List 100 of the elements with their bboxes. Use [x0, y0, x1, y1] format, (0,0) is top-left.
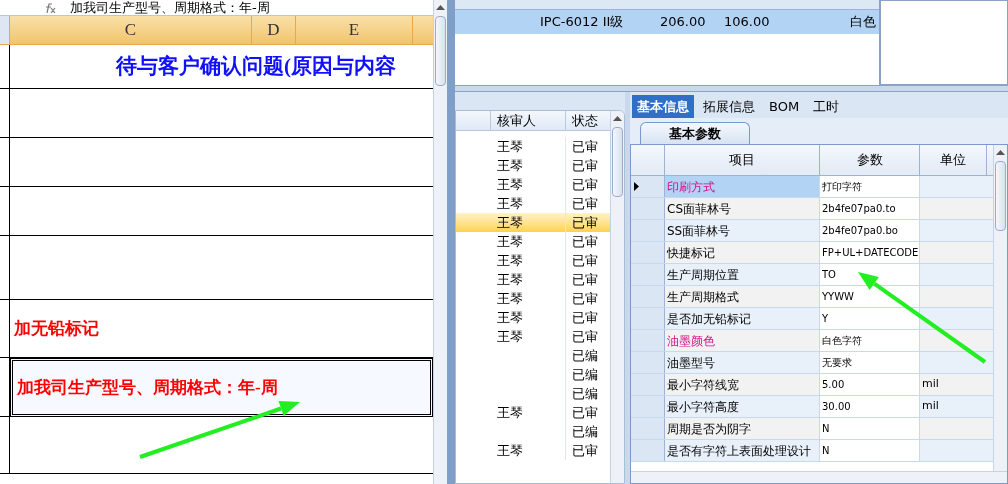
reviewer-text: 王琴: [497, 175, 523, 194]
horizontal-scrollbar[interactable]: [631, 471, 1007, 483]
status-text: 已编: [571, 384, 598, 403]
value-cell: YYWW: [820, 286, 920, 307]
grid-row[interactable]: 周期是否为阴字 N: [631, 418, 993, 440]
value-cell: 30.00: [820, 396, 920, 417]
reviewer-text: 王琴: [497, 156, 523, 175]
grid-row[interactable]: 油墨颜色 白色字符: [631, 330, 993, 352]
sheet-cell[interactable]: 待与客户确认问题(原因与内容: [10, 45, 433, 89]
reviewer-text: 王琴: [497, 403, 523, 422]
status-text: 已审: [571, 289, 598, 308]
value-cell: 打印字符: [820, 176, 920, 197]
grid-row[interactable]: CS面菲林号 2b4fe07pa0.to: [631, 198, 993, 220]
list-row[interactable]: 王琴 已审: [456, 251, 610, 270]
scroll-thumb[interactable]: [995, 161, 1006, 231]
value-cell: 5.00: [820, 374, 920, 395]
status-text: 已审: [571, 213, 598, 232]
list-row[interactable]: 已编: [456, 346, 610, 365]
reviewer-text: 王琴: [497, 232, 523, 251]
list-row[interactable]: 王琴 已审: [456, 403, 610, 422]
column-header[interactable]: 单位: [920, 145, 987, 175]
row-header[interactable]: [0, 358, 10, 417]
row-header[interactable]: [0, 236, 10, 300]
scrollbar[interactable]: [433, 0, 447, 484]
row-header[interactable]: [0, 417, 10, 474]
status-text: 已审: [571, 251, 598, 270]
grid-row[interactable]: 印刷方式 打印字符: [631, 176, 993, 198]
sheet-cell[interactable]: 加我司生产型号、周期格式：年-周: [10, 358, 433, 417]
up-arrow-icon[interactable]: [436, 5, 445, 10]
grid-row[interactable]: 快捷标记 FP+UL+DATECODE: [631, 242, 993, 264]
status-text: 已编: [571, 422, 598, 441]
column-header[interactable]: 状态: [566, 111, 610, 130]
scrollbar[interactable]: [610, 111, 624, 483]
splitter[interactable]: [455, 85, 1008, 92]
row-header[interactable]: [0, 138, 10, 187]
up-arrow-icon[interactable]: [996, 150, 1005, 155]
list-row[interactable]: 王琴 已审: [456, 289, 610, 308]
value-cell: 白色字符: [820, 330, 920, 351]
unit-text: mil: [922, 398, 939, 415]
column-header[interactable]: E: [296, 16, 413, 44]
value-cell: Y: [820, 308, 920, 329]
grid-row[interactable]: 是否加无铅标记 Y: [631, 308, 993, 330]
status-text: 已审: [571, 175, 598, 194]
tab[interactable]: 工时: [808, 95, 845, 118]
list-row[interactable]: 王琴 已审: [456, 137, 610, 156]
row-pointer-icon: [634, 182, 639, 191]
list-row[interactable]: 王琴 已审: [456, 156, 610, 175]
cell-text: 待与客户确认问题(原因与内容: [114, 52, 396, 80]
value-cell: FP+UL+DATECODE: [820, 242, 920, 263]
select-all-corner[interactable]: [0, 16, 10, 44]
grid-row[interactable]: 生产周期位置 TO: [631, 264, 993, 286]
list-row[interactable]: 已编: [456, 365, 610, 384]
tab[interactable]: 基本参数: [640, 122, 750, 144]
status-text: 已编: [571, 365, 598, 384]
reviewer-text: 王琴: [497, 251, 523, 270]
scroll-thumb[interactable]: [612, 127, 623, 197]
grid-row[interactable]: IPC-6012 II级 206.00 106.00 白色: [455, 10, 879, 34]
row-header[interactable]: [0, 300, 10, 358]
grid-row[interactable]: 油墨型号 无要求: [631, 352, 993, 374]
grid-cell-text: 206.00: [660, 13, 707, 32]
row-header[interactable]: [0, 89, 10, 138]
scroll-thumb[interactable]: [435, 16, 446, 86]
status-text: 已审: [571, 137, 598, 156]
row-header[interactable]: [631, 176, 665, 197]
tab[interactable]: 拓展信息: [698, 95, 760, 118]
column-header[interactable]: C: [10, 16, 252, 44]
column-header[interactable]: D: [252, 16, 296, 44]
list-row[interactable]: 王琴 已审: [456, 232, 610, 251]
list-row[interactable]: 王琴 已审: [456, 441, 610, 460]
list-row[interactable]: 王琴 已审: [456, 213, 610, 232]
status-text: 已审: [571, 403, 598, 422]
reviewer-text: 王琴: [497, 308, 523, 327]
item-cell: 印刷方式: [665, 176, 820, 197]
up-arrow-icon[interactable]: [613, 116, 622, 121]
row-header[interactable]: [0, 45, 10, 89]
scrollbar[interactable]: [993, 145, 1007, 471]
column-header[interactable]: 参数: [820, 145, 920, 175]
reviewer-text: 王琴: [497, 213, 523, 232]
formula-text: 加我司生产型号、周期格式：年-周: [70, 1, 270, 15]
row-header[interactable]: [0, 187, 10, 236]
grid-row[interactable]: 最小字符高度 30.00 mil: [631, 396, 993, 418]
list-row[interactable]: 王琴 已审: [456, 327, 610, 346]
list-row[interactable]: 王琴 已审: [456, 175, 610, 194]
cell-text: 加我司生产型号、周期格式：年-周: [16, 376, 278, 399]
column-header[interactable]: 项目: [665, 145, 820, 175]
tab[interactable]: BOM: [764, 95, 805, 118]
list-row[interactable]: 王琴 已审: [456, 270, 610, 289]
status-text: 已编: [571, 346, 598, 365]
value-cell: 无要求: [820, 352, 920, 373]
status-text: 已审: [571, 327, 598, 346]
column-header[interactable]: 核审人: [491, 111, 566, 130]
tab[interactable]: 基本信息: [632, 95, 694, 118]
grid-row[interactable]: 最小字符线宽 5.00 mil: [631, 374, 993, 396]
list-row[interactable]: 王琴 已审: [456, 308, 610, 327]
list-row[interactable]: 已编: [456, 384, 610, 403]
grid-row[interactable]: SS面菲林号 2b4fe07pa0.bo: [631, 220, 993, 242]
value-cell: N: [820, 440, 920, 461]
list-row[interactable]: 已编: [456, 422, 610, 441]
grid-row[interactable]: 生产周期格式 YYWW: [631, 286, 993, 308]
grid-row[interactable]: 是否有字符上表面处理设计 N: [631, 440, 993, 462]
